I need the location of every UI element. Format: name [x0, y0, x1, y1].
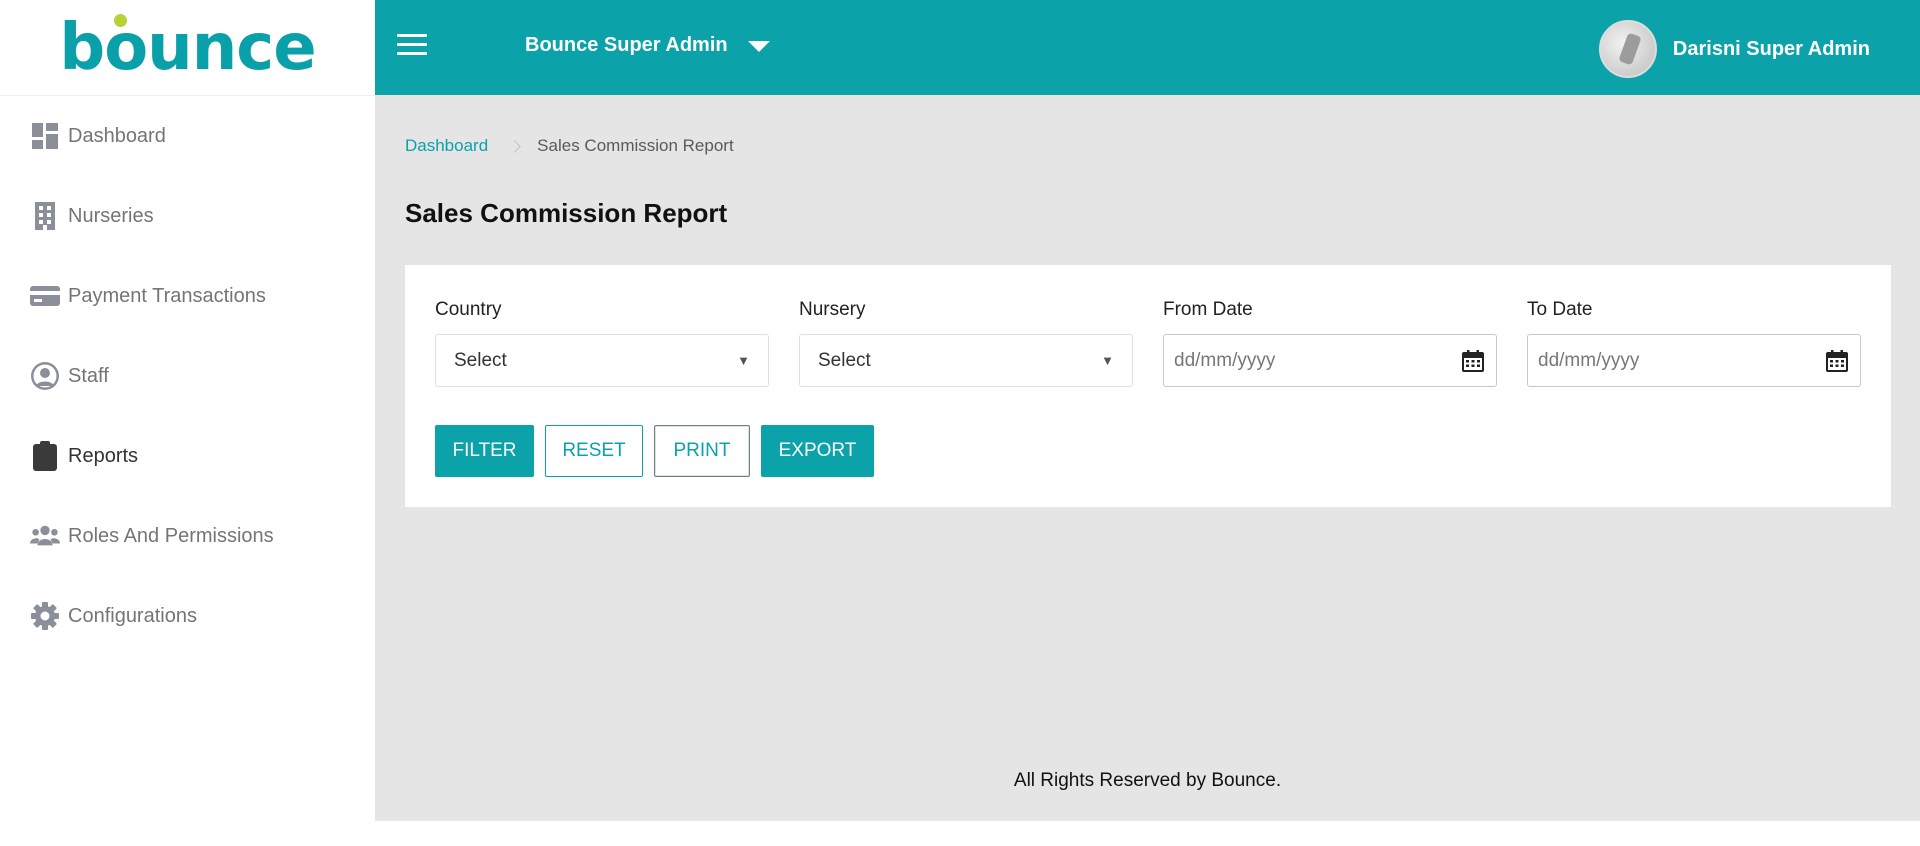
- export-button[interactable]: EXPORT: [761, 425, 874, 477]
- sidebar-item-nurseries[interactable]: Nurseries: [0, 176, 375, 256]
- user-menu[interactable]: Darisni Super Admin: [1598, 20, 1870, 78]
- reset-button[interactable]: RESET: [545, 425, 643, 477]
- country-select[interactable]: Select ▼: [435, 334, 769, 387]
- avatar: [1598, 20, 1657, 78]
- print-button[interactable]: PRINT: [654, 425, 750, 477]
- country-select-value: Select: [454, 349, 507, 371]
- breadcrumb: Dashboard Sales Commission Report: [405, 136, 734, 156]
- breadcrumb-dashboard-link[interactable]: Dashboard: [405, 136, 488, 156]
- action-buttons: FILTER RESET PRINT EXPORT: [435, 425, 885, 477]
- sidebar-item-configurations[interactable]: Configurations: [0, 576, 375, 656]
- chevron-right-icon: [508, 139, 522, 153]
- credit-card-icon: [30, 281, 60, 311]
- sidebar-item-label: Configurations: [68, 604, 197, 627]
- to-date-input[interactable]: dd/mm/yyyy: [1527, 334, 1861, 387]
- main-content: Bounce Super Admin Darisni Super Admin D…: [375, 0, 1920, 846]
- role-label: Bounce Super Admin: [525, 34, 728, 56]
- breadcrumb-current: Sales Commission Report: [537, 136, 734, 155]
- country-label: Country: [435, 299, 502, 320]
- nursery-field: Nursery Select ▼: [799, 299, 1133, 387]
- sidebar-item-label: Roles And Permissions: [68, 524, 274, 547]
- clipboard-list-icon: [30, 441, 60, 471]
- user-circle-icon: [30, 361, 60, 391]
- from-date-placeholder: dd/mm/yyyy: [1174, 349, 1276, 371]
- role-switcher[interactable]: Bounce Super Admin: [525, 34, 770, 57]
- nursery-label: Nursery: [799, 299, 866, 320]
- user-name: Darisni Super Admin: [1672, 37, 1870, 60]
- sidebar-item-label: Reports: [68, 444, 139, 467]
- dropdown-arrow-icon: ▼: [1101, 353, 1114, 368]
- logo-wordmark: bounce: [59, 10, 317, 85]
- sidebar-item-reports[interactable]: Reports: [0, 416, 375, 496]
- filter-panel: Country Select ▼ Nursery Select ▼ From D…: [405, 265, 1891, 507]
- calendar-icon[interactable]: [1826, 349, 1848, 372]
- calendar-icon[interactable]: [1462, 349, 1484, 372]
- to-date-field: To Date dd/mm/yyyy: [1527, 299, 1861, 387]
- sidebar-item-label: Staff: [68, 364, 109, 387]
- page-title: Sales Commission Report: [405, 198, 728, 228]
- from-date-input[interactable]: dd/mm/yyyy: [1163, 334, 1497, 387]
- nursery-select[interactable]: Select ▼: [799, 334, 1133, 387]
- nursery-select-value: Select: [818, 349, 871, 371]
- country-field: Country Select ▼: [435, 299, 769, 387]
- users-icon: [30, 521, 60, 551]
- from-date-label: From Date: [1163, 299, 1253, 320]
- footer-text: All Rights Reserved by Bounce.: [1013, 770, 1282, 791]
- sidebar-item-dashboard[interactable]: Dashboard: [0, 96, 375, 176]
- top-bar: Bounce Super Admin Darisni Super Admin: [375, 0, 1920, 95]
- sidebar-item-payment-transactions[interactable]: Payment Transactions: [0, 256, 375, 336]
- sidebar-item-roles-and-permissions[interactable]: Roles And Permissions: [0, 496, 375, 576]
- sidebar: bounce Dashboard Nurseries Payment Trans…: [0, 0, 375, 846]
- sidebar-item-label: Dashboard: [68, 124, 166, 147]
- sidebar-item-staff[interactable]: Staff: [0, 336, 375, 416]
- building-icon: [30, 201, 60, 231]
- dashboard-icon: [30, 121, 60, 151]
- to-date-placeholder: dd/mm/yyyy: [1538, 349, 1640, 371]
- from-date-field: From Date dd/mm/yyyy: [1163, 299, 1497, 387]
- footer-strip: [375, 821, 1920, 846]
- filter-button[interactable]: FILTER: [435, 425, 534, 477]
- caret-down-icon: [747, 41, 770, 52]
- logo-dot: [114, 13, 128, 27]
- brand-logo[interactable]: bounce: [0, 0, 375, 96]
- hamburger-menu-icon[interactable]: [397, 34, 427, 58]
- gear-icon: [30, 601, 60, 631]
- sidebar-item-label: Nurseries: [68, 204, 154, 227]
- sidebar-item-label: Payment Transactions: [68, 284, 266, 307]
- sidebar-nav: Dashboard Nurseries Payment Transactions…: [0, 96, 375, 656]
- dropdown-arrow-icon: ▼: [737, 353, 750, 368]
- to-date-label: To Date: [1527, 299, 1593, 320]
